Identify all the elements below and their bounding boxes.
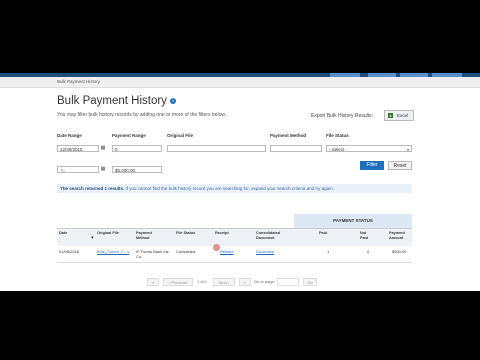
payment-status-header: PAYMENT STATUS — [294, 214, 412, 228]
table-header: Date ▾ Original File Payment Method File… — [57, 228, 412, 248]
col-file-status[interactable]: File Status — [176, 231, 196, 236]
payment-range-label: Payment Range — [112, 133, 146, 138]
payment-method-field[interactable] — [270, 145, 322, 152]
file-status-value: - Select - — [329, 147, 348, 152]
export-label: Export Bulk History Results: — [311, 113, 373, 119]
col-original-file[interactable]: Original File — [97, 231, 119, 236]
date-range-label: Date Range — [57, 133, 82, 138]
page-info: 1 of 1 — [197, 279, 208, 284]
results-message: The search returned 1 results. If you ca… — [57, 184, 412, 193]
cell-file-status: Completed — [176, 249, 196, 254]
col-payment-method[interactable]: Payment Method — [136, 231, 158, 241]
payment-method-label: Payment Method — [270, 133, 307, 138]
original-file-label: Original File — [167, 133, 194, 138]
calendar-icon[interactable]: ▦ — [100, 166, 106, 172]
pagination: « ‹ Previous 1 of 1 Next › » Go to page:… — [57, 278, 412, 287]
col-not-paid[interactable]: Not Paid — [360, 231, 374, 241]
chevron-down-icon: ▾ — [406, 147, 409, 152]
date-to-field[interactable]: To — [57, 166, 99, 173]
col-receipt[interactable]: Receipt — [215, 231, 229, 236]
breadcrumb-bar: Bulk Payment History — [0, 77, 480, 88]
excel-export-button[interactable]: x Excel — [384, 110, 414, 121]
cell-consolidated-document[interactable]: Document — [256, 249, 274, 254]
cell-date: 01/08/2016 — [59, 249, 80, 254]
filter-button[interactable]: Filter — [360, 161, 384, 170]
go-to-page-label: Go to page: — [254, 279, 275, 284]
calendar-icon[interactable]: ▦ — [100, 145, 106, 151]
cell-payment-method: IF Forms Bank Ins Co. — [136, 249, 169, 259]
reset-button[interactable]: Reset — [388, 161, 412, 170]
col-consolidated-document[interactable]: Consolidated Document — [256, 231, 292, 241]
results-hint: If you cannot find the bulk history reco… — [125, 186, 334, 191]
breadcrumb[interactable]: Bulk Payment History — [57, 79, 100, 84]
cell-original-file[interactable]: Bulk_Comm_C...v — [97, 249, 131, 254]
previous-page-button[interactable]: ‹ Previous — [163, 278, 193, 286]
page-title: Bulk Payment History — [57, 95, 167, 107]
info-icon[interactable]: i — [170, 98, 176, 104]
app-screen: Bulk Payment History Bulk Payment Histor… — [0, 73, 480, 291]
last-page-button[interactable]: » — [239, 278, 251, 286]
mouse-cursor-highlight — [213, 244, 220, 251]
cell-not-paid: 0 — [367, 249, 370, 254]
excel-icon: x — [388, 113, 393, 118]
file-status-label: File Status — [326, 133, 349, 138]
col-payment-amount[interactable]: Payment Amount — [389, 231, 411, 241]
payment-min-field[interactable]: 0 — [112, 145, 162, 152]
first-page-button[interactable]: « — [147, 278, 159, 286]
cell-paid: 1 — [327, 249, 330, 254]
sort-icon[interactable]: ▾ — [91, 236, 94, 241]
date-from-field[interactable]: 12/30/2015 — [57, 145, 99, 152]
table-row[interactable]: 01/08/2016 Bulk_Comm_C...v IF Forms Bank… — [57, 246, 412, 263]
go-button[interactable]: Go — [303, 278, 317, 286]
original-file-field[interactable] — [167, 145, 266, 152]
page-description: You may filter bulk history records by a… — [57, 112, 227, 118]
col-paid[interactable]: Paid — [319, 231, 327, 236]
cell-payment-amount: $900.00 — [392, 249, 407, 254]
file-status-select[interactable]: - Select - ▾ — [326, 145, 412, 152]
excel-label: Excel — [397, 113, 409, 118]
results-count: The search returned 1 results. — [60, 186, 125, 191]
go-to-page-input[interactable] — [277, 278, 299, 286]
next-page-button[interactable]: Next › — [213, 278, 235, 286]
date-to-placeholder: To — [60, 168, 65, 173]
col-date[interactable]: Date — [59, 231, 67, 236]
cell-receipt[interactable]: Receipt — [220, 249, 234, 254]
payment-max-field[interactable]: $5,000.00 — [112, 166, 162, 173]
